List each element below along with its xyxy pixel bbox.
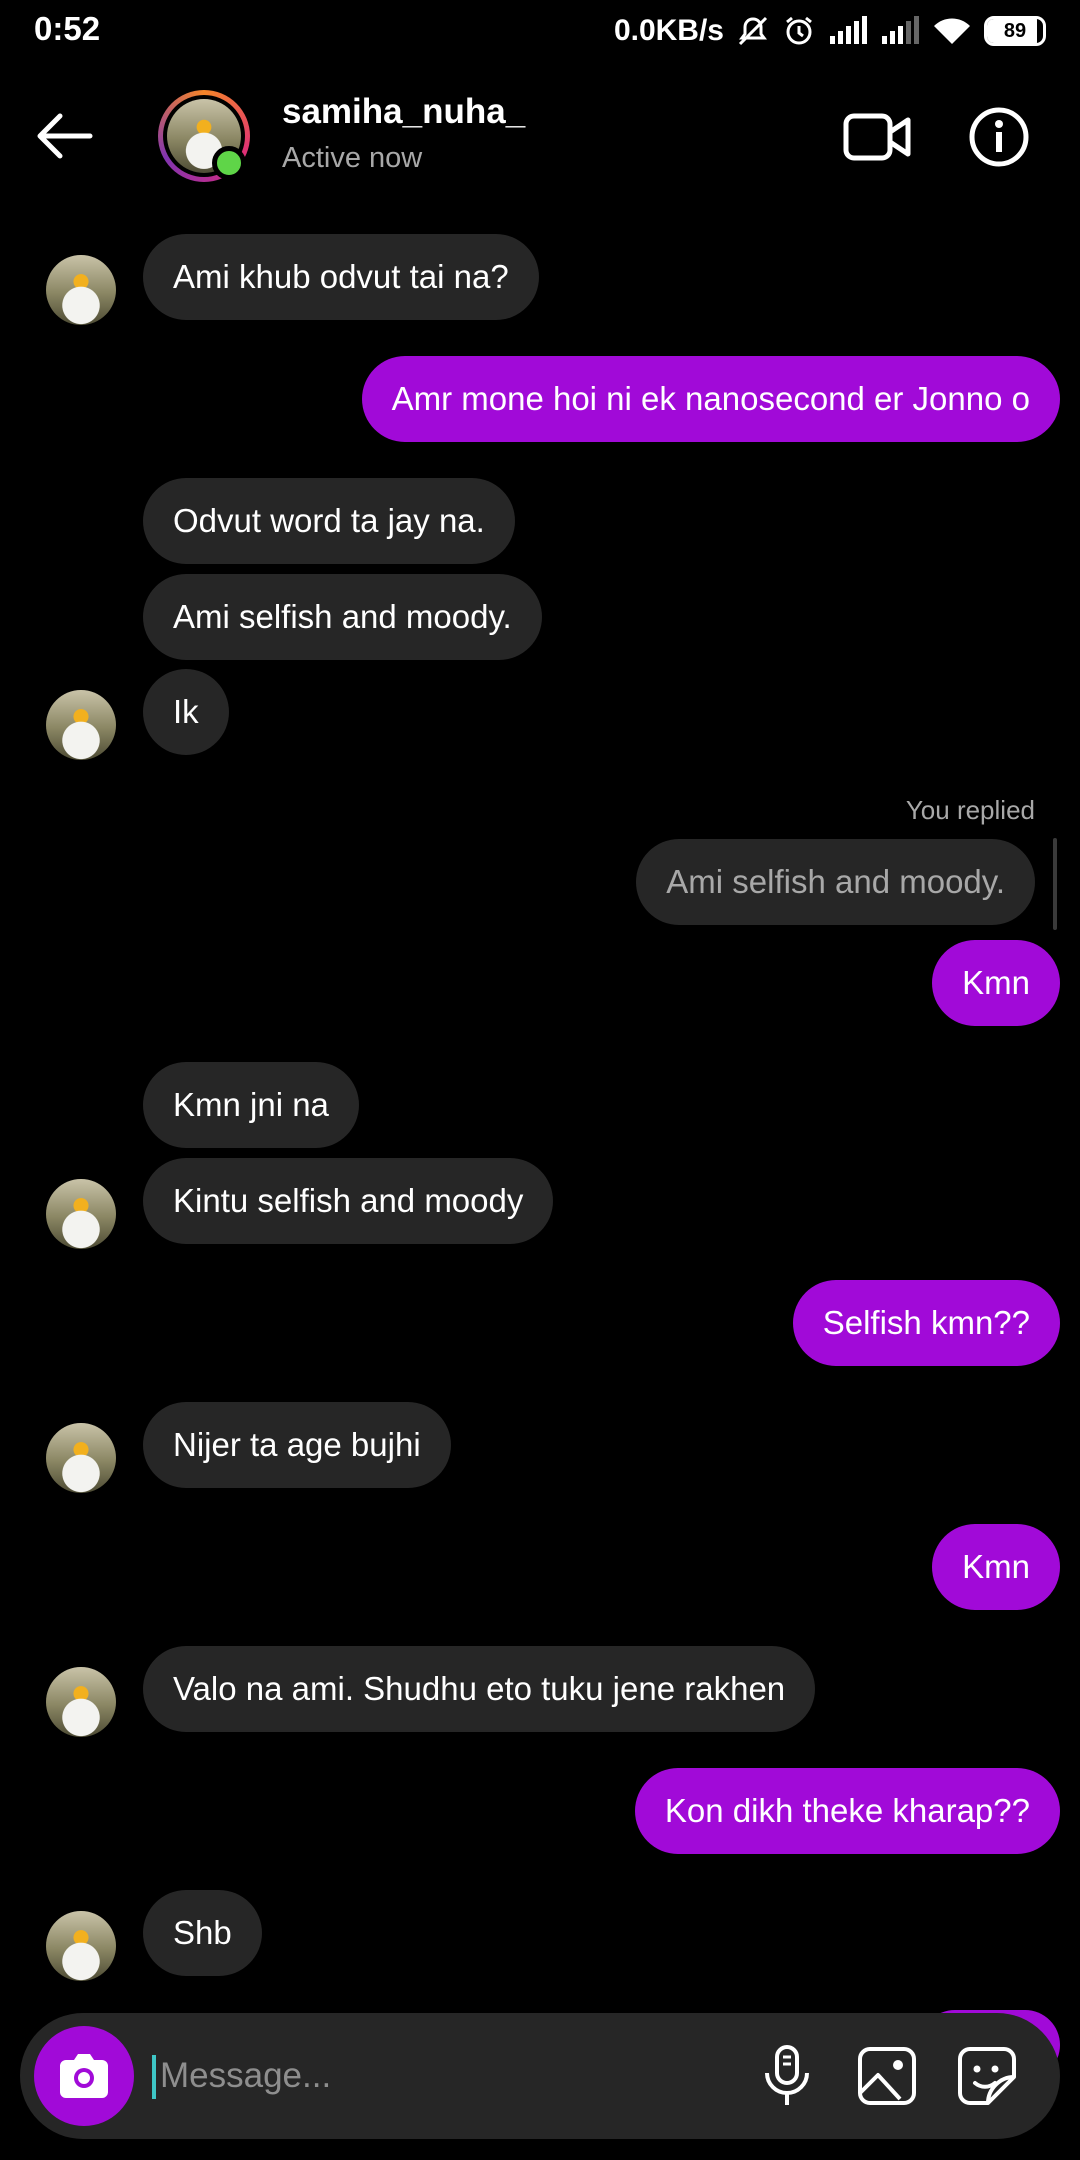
- message-bubble[interactable]: Kon dikh theke kharap??: [634, 1768, 1060, 1854]
- alarm-icon: [782, 14, 816, 48]
- active-status: Active now: [282, 142, 423, 174]
- status-bar: 0:52 0.0KB/s 89: [0, 0, 1080, 62]
- message-input[interactable]: [158, 2043, 718, 2109]
- message-bubble[interactable]: Kmn: [932, 1524, 1060, 1610]
- wifi-icon: [932, 16, 972, 46]
- battery-level: 89: [1003, 19, 1027, 42]
- sender-avatar[interactable]: [46, 1179, 116, 1249]
- video-call-icon: [843, 113, 911, 161]
- back-arrow-icon: [37, 113, 93, 159]
- chat-header: samiha_nuha_ Active now: [0, 62, 1080, 212]
- sender-avatar[interactable]: [46, 1667, 116, 1737]
- voice-message-button[interactable]: [754, 2043, 820, 2109]
- message-bubble[interactable]: Ami khub odvut tai na?: [143, 234, 539, 320]
- info-icon: [969, 107, 1029, 167]
- reply-label: You replied: [905, 795, 1035, 825]
- camera-button[interactable]: [34, 2026, 134, 2126]
- message-bubble[interactable]: Nijer ta age bujhi: [143, 1402, 451, 1488]
- text-caret: [152, 2055, 156, 2099]
- mute-icon: [736, 14, 770, 48]
- sender-avatar[interactable]: [46, 1911, 116, 1981]
- message-composer: [20, 2013, 1060, 2139]
- message-bubble[interactable]: Valo na ami. Shudhu eto tuku jene rakhen: [143, 1646, 816, 1732]
- sticker-icon: [958, 2047, 1016, 2105]
- message-bubble[interactable]: Shb: [143, 1890, 262, 1976]
- video-call-button[interactable]: [842, 106, 912, 168]
- status-indicators: 0.0KB/s 89: [614, 10, 1046, 52]
- gallery-button[interactable]: [854, 2043, 920, 2109]
- message-bubble[interactable]: Odvut word ta jay na.: [143, 478, 515, 564]
- camera-icon: [60, 2054, 108, 2098]
- message-bubble[interactable]: Amr mone hoi ni ek nanosecond er Jonno o: [361, 356, 1060, 442]
- message-bubble[interactable]: Kmn jni na: [143, 1062, 359, 1148]
- quoted-message[interactable]: Ami selfish and moody.: [636, 839, 1035, 925]
- reply-indicator: [1053, 838, 1057, 930]
- username[interactable]: samiha_nuha_: [282, 92, 525, 132]
- message-bubble[interactable]: Selfish kmn??: [792, 1280, 1060, 1366]
- sender-avatar[interactable]: [46, 1423, 116, 1493]
- message-bubble[interactable]: Ik: [143, 669, 229, 755]
- signal-icon: [828, 16, 868, 46]
- info-button[interactable]: [968, 106, 1030, 168]
- online-indicator: [212, 146, 246, 180]
- gallery-icon: [858, 2047, 916, 2105]
- signal-icon: [880, 16, 920, 46]
- back-button[interactable]: [32, 104, 112, 168]
- network-speed: 0.0KB/s: [613, 14, 724, 47]
- message-bubble[interactable]: Kmn: [932, 940, 1060, 1026]
- status-time: 0:52: [34, 10, 101, 47]
- sticker-button[interactable]: [954, 2043, 1020, 2109]
- message-bubble[interactable]: Ami selfish and moody.: [143, 574, 542, 660]
- battery-icon: 89: [984, 16, 1046, 46]
- sender-avatar[interactable]: [46, 255, 116, 325]
- message-bubble[interactable]: Kintu selfish and moody: [143, 1158, 554, 1244]
- sender-avatar[interactable]: [46, 690, 116, 760]
- microphone-icon: [765, 2045, 809, 2105]
